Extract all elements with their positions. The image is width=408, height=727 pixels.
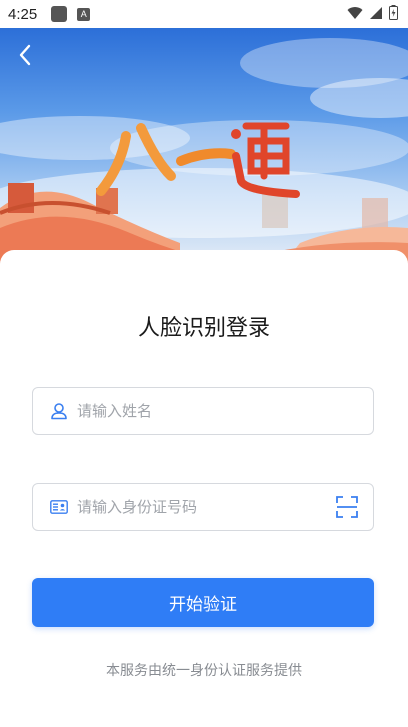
name-field[interactable]	[32, 387, 374, 435]
status-bar: 4:25 A	[0, 0, 408, 28]
id-card-icon	[49, 497, 69, 517]
notification-font-icon: A	[77, 7, 91, 21]
chevron-left-icon	[19, 44, 31, 66]
page-title: 人脸识别登录	[137, 316, 270, 341]
login-card: 人脸识别登录 开始验证	[0, 250, 408, 727]
hero-banner	[0, 28, 408, 268]
bottom-spacer	[0, 721, 408, 727]
service-provider-note: 本服务由统一身份认证服务提供	[106, 663, 302, 679]
signal-icon	[370, 6, 382, 19]
app-logo-calligraphy	[96, 122, 300, 198]
id-number-input[interactable]	[75, 486, 333, 528]
status-icons	[347, 5, 398, 20]
start-verification-button[interactable]: 开始验证	[32, 578, 374, 627]
wifi-icon	[347, 6, 363, 19]
notification-app-icon	[51, 6, 68, 22]
id-number-field[interactable]	[32, 483, 374, 531]
status-time: 4:25	[8, 5, 38, 23]
name-input[interactable]	[75, 390, 373, 432]
scan-icon	[336, 496, 358, 518]
user-icon	[49, 401, 69, 421]
battery-icon	[389, 5, 398, 20]
back-button[interactable]	[8, 38, 42, 72]
scan-button[interactable]	[333, 493, 361, 521]
